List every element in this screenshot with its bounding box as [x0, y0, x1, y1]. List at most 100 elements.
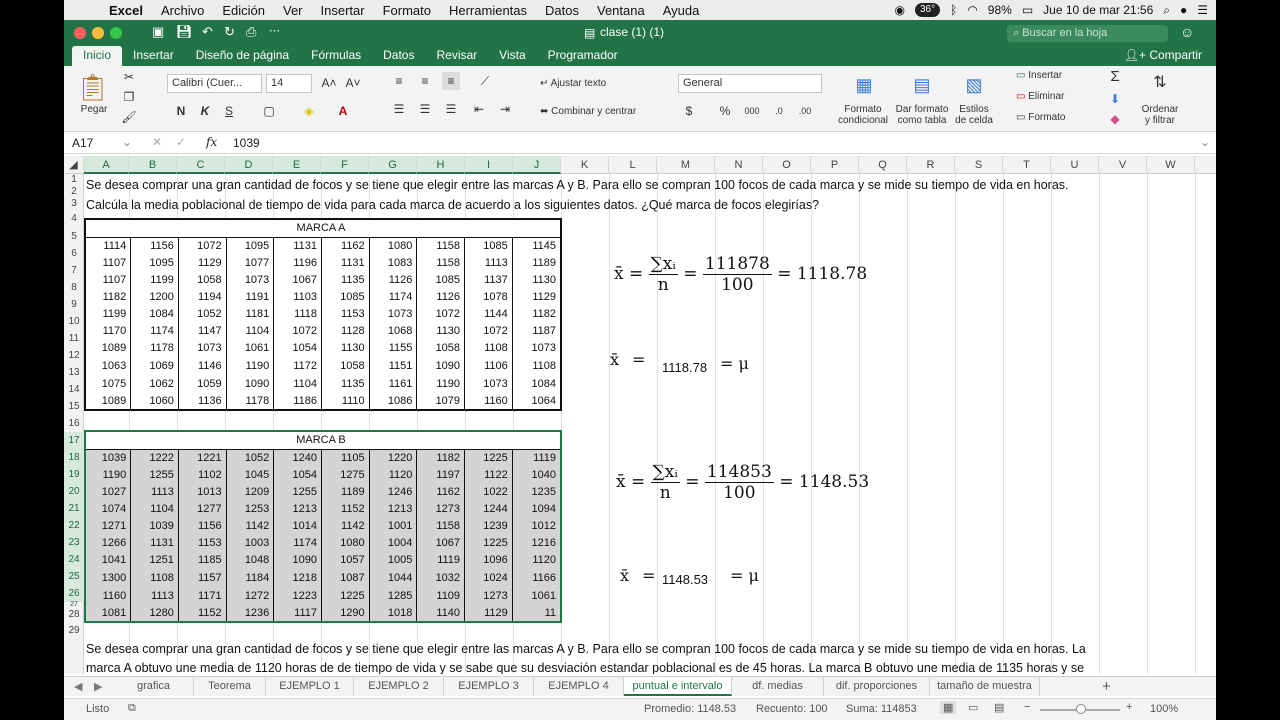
sheet-tab[interactable]: EJEMPLO 4: [534, 677, 624, 696]
cell[interactable]: 1225: [464, 449, 513, 466]
cell[interactable]: 1052: [226, 449, 275, 466]
cell[interactable]: 1152: [321, 500, 370, 517]
cell[interactable]: 1072: [416, 305, 466, 322]
cell[interactable]: 1117: [273, 604, 322, 621]
column-header-a[interactable]: A: [84, 156, 129, 174]
cell[interactable]: 1024: [464, 568, 513, 587]
align-center-icon[interactable]: ☰: [416, 100, 434, 118]
cell[interactable]: 1156: [178, 517, 227, 534]
cell[interactable]: 1129: [178, 254, 227, 271]
increase-decimal-icon[interactable]: .0: [770, 102, 788, 120]
column-header-p[interactable]: P: [811, 156, 859, 174]
row-header-2[interactable]: 2: [64, 186, 84, 198]
column-header-i[interactable]: I: [465, 156, 513, 174]
cell[interactable]: 1200: [130, 288, 179, 305]
cell[interactable]: 1080: [369, 237, 418, 254]
cell[interactable]: 1181: [226, 305, 275, 322]
user-icon[interactable]: ●: [1180, 3, 1187, 17]
tab-inicio[interactable]: Inicio: [72, 46, 123, 66]
cell[interactable]: 1160: [86, 587, 132, 604]
sort-filter-button[interactable]: Ordenar y filtrar: [1138, 104, 1182, 126]
cell[interactable]: 1130: [512, 271, 560, 288]
cell[interactable]: 1161: [369, 375, 418, 392]
percent-button[interactable]: %: [716, 102, 734, 120]
cell[interactable]: 1266: [86, 534, 132, 551]
row-header-14[interactable]: 14: [64, 381, 84, 398]
cell[interactable]: 1152: [178, 604, 227, 621]
cell[interactable]: 1104: [130, 500, 179, 517]
cell[interactable]: 1235: [512, 483, 560, 500]
decrease-decimal-icon[interactable]: .00: [796, 102, 814, 120]
cell[interactable]: 1107: [86, 271, 132, 288]
row-header-11[interactable]: 11: [64, 330, 84, 347]
cell[interactable]: 1272: [226, 587, 275, 604]
cell[interactable]: 1131: [130, 534, 179, 551]
align-right-icon[interactable]: ☰: [442, 100, 460, 118]
cell[interactable]: 1275: [321, 466, 370, 483]
cell[interactable]: 1068: [369, 322, 418, 339]
row-header-3[interactable]: 3: [64, 198, 84, 210]
cell[interactable]: 1113: [464, 254, 513, 271]
sheet-tab[interactable]: EJEMPLO 1: [266, 677, 354, 696]
column-header-r[interactable]: R: [907, 156, 955, 174]
cell[interactable]: 1013: [178, 483, 227, 500]
decrease-indent-icon[interactable]: ⇤: [470, 100, 488, 118]
cell[interactable]: 1032: [416, 568, 466, 587]
cell[interactable]: 1136: [178, 392, 227, 409]
cell[interactable]: 1106: [464, 356, 513, 375]
cell[interactable]: 1222: [130, 449, 179, 466]
cell[interactable]: 1069: [130, 356, 179, 375]
cell[interactable]: 1174: [369, 288, 418, 305]
row-header-12[interactable]: 12: [64, 347, 84, 364]
cancel-entry-icon[interactable]: ✕: [152, 135, 162, 149]
cell[interactable]: 1190: [86, 466, 132, 483]
cell[interactable]: 1158: [416, 254, 466, 271]
row-header-23[interactable]: 23: [64, 534, 84, 551]
column-header-c[interactable]: C: [177, 156, 225, 174]
cell[interactable]: 1244: [464, 500, 513, 517]
row-header-5[interactable]: 5: [64, 228, 84, 245]
cell[interactable]: 1090: [273, 551, 322, 568]
spotlight-icon[interactable]: ⌕: [1163, 3, 1170, 18]
formula-input[interactable]: 1039: [233, 136, 260, 150]
cell[interactable]: 1061: [512, 587, 560, 604]
sheet-tab[interactable]: df. medias: [732, 677, 824, 696]
cell[interactable]: 1095: [130, 254, 179, 271]
cell[interactable]: 1186: [273, 392, 322, 409]
cell[interactable]: 1156: [130, 237, 179, 254]
cell[interactable]: 1108: [512, 356, 560, 375]
cell[interactable]: 1182: [416, 449, 466, 466]
cell[interactable]: 1027: [86, 483, 132, 500]
cell[interactable]: 1178: [130, 339, 179, 356]
cell[interactable]: 1126: [416, 288, 466, 305]
column-header-v[interactable]: V: [1099, 156, 1147, 174]
macro-record-icon[interactable]: ⧉: [128, 702, 136, 715]
cell[interactable]: 1062: [130, 375, 179, 392]
cell[interactable]: 1158: [416, 237, 466, 254]
merge-center-button[interactable]: ⬌ Combinar y centrar: [540, 106, 636, 117]
fill-icon[interactable]: ⬇: [1106, 90, 1124, 108]
cell[interactable]: 1090: [416, 356, 466, 375]
cell[interactable]: 1155: [369, 339, 418, 356]
row-header-19[interactable]: 19: [64, 466, 84, 483]
column-header-g[interactable]: G: [369, 156, 417, 174]
orientation-icon[interactable]: ⟋: [476, 72, 494, 90]
increase-font-icon[interactable]: A˄: [320, 74, 338, 92]
cell[interactable]: 1172: [273, 356, 322, 375]
cell[interactable]: 1162: [321, 237, 370, 254]
autosum-icon[interactable]: Σ: [1106, 68, 1124, 86]
cell[interactable]: 1041: [86, 551, 132, 568]
prev-sheet-icon[interactable]: ◀: [74, 680, 82, 693]
smiley-feedback-icon[interactable]: ☺: [1180, 24, 1194, 40]
cell[interactable]: 1140: [416, 604, 466, 621]
conditional-format-icon[interactable]: ▦: [846, 74, 882, 96]
wifi-icon[interactable]: ◠: [967, 3, 977, 17]
conditional-format-button[interactable]: Formato condicional: [834, 104, 892, 126]
cell[interactable]: 1197: [416, 466, 466, 483]
cell[interactable]: 1083: [369, 254, 418, 271]
cell[interactable]: 1129: [464, 604, 513, 621]
confirm-entry-icon[interactable]: ✓: [176, 135, 186, 149]
cell[interactable]: 1225: [321, 587, 370, 604]
cell[interactable]: 1129: [512, 288, 560, 305]
sheet-tab[interactable]: Teorema: [194, 677, 266, 696]
